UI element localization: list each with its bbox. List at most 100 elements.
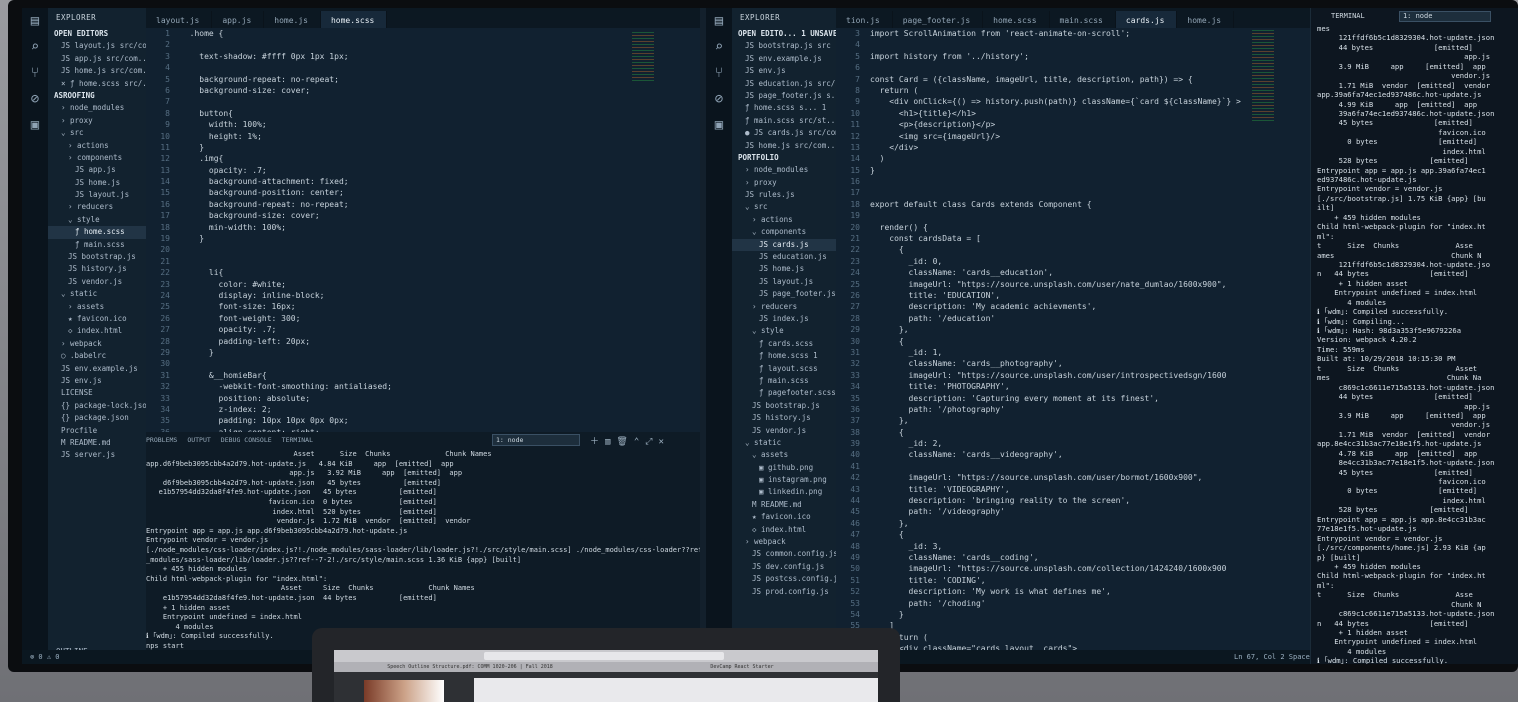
source-control-icon[interactable]: ⑂ — [706, 60, 732, 86]
tree-item[interactable]: ⌄ style — [732, 325, 836, 337]
tree-item[interactable]: Procfile — [48, 425, 146, 437]
tree-item[interactable]: ⌄ src — [48, 127, 146, 139]
browser-tab[interactable]: DevCamp React Starter — [606, 662, 878, 672]
tree-item[interactable]: › proxy — [732, 177, 836, 189]
tree-item[interactable]: ★ favicon.ico — [48, 313, 146, 325]
terminal-select[interactable]: 1: node — [1398, 10, 1491, 22]
tree-item[interactable]: JS layout.js src/com... — [48, 40, 146, 52]
address-bar[interactable] — [484, 652, 724, 660]
tree-item[interactable]: JS bootstrap.js — [732, 400, 836, 412]
tree-item[interactable]: M README.md — [732, 499, 836, 511]
search-icon[interactable]: ⌕ — [22, 34, 48, 60]
tree-item[interactable]: OPEN EDITORS — [48, 28, 146, 40]
tree-item[interactable]: JS vendor.js — [48, 276, 146, 288]
tree-item[interactable]: › reducers — [732, 301, 836, 313]
right-code-editor[interactable]: 3 import ScrollAnimation from 'react-anim… — [836, 28, 1310, 650]
tree-item[interactable]: JS layout.js — [48, 189, 146, 201]
editor-tab[interactable]: home.scss — [983, 11, 1050, 28]
tree-item[interactable]: JS app.js src/com... — [48, 53, 146, 65]
tree-item[interactable]: ƒ cards.scss — [732, 338, 836, 350]
debug-icon[interactable]: ⊘ — [22, 86, 48, 112]
tree-item[interactable]: JS history.js — [48, 263, 146, 275]
tree-item[interactable]: JS page_footer.js s... — [732, 90, 836, 102]
tree-item[interactable]: JS common.config.js — [732, 548, 836, 560]
tree-item[interactable]: JS home.js — [732, 263, 836, 275]
tree-item[interactable]: JS env.example.js — [732, 53, 836, 65]
tree-item[interactable]: › actions — [48, 140, 146, 152]
tree-item[interactable]: ◯ .babelrc — [48, 350, 146, 362]
tree-item[interactable]: ƒ main.scss src/st... — [732, 115, 836, 127]
tree-item[interactable]: › node_modules — [48, 102, 146, 114]
tree-item[interactable]: ASROOFING — [48, 90, 146, 102]
tree-item[interactable]: JS education.js src/... — [732, 78, 836, 90]
tree-item[interactable]: › node_modules — [732, 164, 836, 176]
tree-item[interactable]: JS dev.config.js — [732, 561, 836, 573]
panel-actions[interactable]: ＋▥🗑︎⌃⤢✕ — [590, 434, 670, 447]
tree-item[interactable]: ƒ main.scss — [732, 375, 836, 387]
tree-item[interactable]: ● JS cards.js src/com... — [732, 127, 836, 139]
tree-item[interactable]: M README.md — [48, 437, 146, 449]
tree-item[interactable]: ƒ main.scss — [48, 239, 146, 251]
tree-item[interactable]: ⌄ static — [48, 288, 146, 300]
panel-tab[interactable]: PROBLEMS — [146, 436, 177, 444]
tree-item[interactable]: JS history.js — [732, 412, 836, 424]
tree-item[interactable]: JS home.js src/com... — [732, 140, 836, 152]
files-icon[interactable]: ▤ — [706, 8, 732, 34]
tree-item[interactable]: › proxy — [48, 115, 146, 127]
tree-item[interactable]: JS postcss.config.js — [732, 573, 836, 585]
editor-tab[interactable]: main.scss — [1050, 11, 1116, 28]
tree-item[interactable]: JS server.js — [48, 449, 146, 461]
tree-item[interactable]: JS app.js — [48, 164, 146, 176]
tree-item[interactable]: ⌄ style — [48, 214, 146, 226]
tree-item[interactable]: JS env.example.js — [48, 363, 146, 375]
tree-item[interactable]: JS cards.js — [732, 238, 836, 252]
editor-tab[interactable]: app.js — [212, 11, 265, 28]
tree-item[interactable]: ƒ home.scss s... 1 — [732, 102, 836, 114]
tree-item[interactable]: JS rules.js — [732, 189, 836, 201]
tree-item[interactable]: ⌄ components — [732, 226, 836, 238]
tree-item[interactable]: › reducers — [48, 201, 146, 213]
tree-item[interactable]: ƒ pagefooter.scss — [732, 387, 836, 399]
editor-tab[interactable]: cards.js — [1115, 11, 1178, 28]
tree-item[interactable]: JS home.js — [48, 177, 146, 189]
tree-item[interactable]: JS bootstrap.js — [48, 251, 146, 263]
tree-item[interactable]: JS bootstrap.js src — [732, 40, 836, 52]
search-icon[interactable]: ⌕ — [706, 34, 732, 60]
editor-tab[interactable]: page_footer.js — [893, 11, 984, 28]
tree-item[interactable]: ★ favicon.ico — [732, 511, 836, 523]
tree-item[interactable]: ƒ home.scss 1 — [732, 350, 836, 362]
left-minimap[interactable] — [632, 32, 654, 82]
tree-item[interactable]: JS home.js src/com... — [48, 65, 146, 77]
right-minimap[interactable] — [1252, 30, 1274, 122]
tree-item[interactable]: ◇ index.html — [48, 325, 146, 337]
tree-item[interactable]: ▣ linkedin.png — [732, 486, 836, 498]
files-icon[interactable]: ▤ — [22, 8, 48, 34]
extensions-icon[interactable]: ▣ — [22, 112, 48, 138]
tree-item[interactable]: JS env.js — [48, 375, 146, 387]
tree-item[interactable]: PORTFOLIO — [732, 152, 836, 164]
panel-tab[interactable]: TERMINAL — [282, 436, 313, 444]
tree-item[interactable]: × ƒ home.scss src/... — [48, 78, 146, 90]
browser-tab[interactable]: Speech Outline Structure.pdf: COMM 1020-… — [334, 662, 606, 672]
tree-item[interactable]: JS index.js — [732, 313, 836, 325]
editor-tab[interactable]: tion.js — [836, 11, 893, 28]
editor-tab[interactable]: home.js — [1177, 11, 1235, 28]
extensions-icon[interactable]: ▣ — [706, 112, 732, 138]
tree-item[interactable]: › assets — [48, 301, 146, 313]
tree-item[interactable]: JS education.js — [732, 251, 836, 263]
tree-item[interactable]: {} package.json — [48, 412, 146, 424]
tree-item[interactable]: JS layout.js — [732, 276, 836, 288]
tree-item[interactable]: JS vendor.js — [732, 425, 836, 437]
tree-item[interactable]: ▣ instagram.png — [732, 474, 836, 486]
tree-item[interactable]: › webpack — [732, 536, 836, 548]
tree-item[interactable]: {} package-lock.json — [48, 400, 146, 412]
debug-icon[interactable]: ⊘ — [706, 86, 732, 112]
tree-item[interactable]: JS env.js — [732, 65, 836, 77]
tree-item[interactable]: › actions — [732, 214, 836, 226]
tree-item[interactable]: ƒ layout.scss — [732, 363, 836, 375]
editor-tab[interactable]: layout.js — [146, 11, 213, 28]
tree-item[interactable]: ▣ github.png — [732, 462, 836, 474]
tree-item[interactable]: JS page_footer.js — [732, 288, 836, 300]
panel-tab[interactable]: OUTPUT — [187, 436, 210, 444]
editor-tab[interactable]: home.js — [264, 11, 321, 28]
